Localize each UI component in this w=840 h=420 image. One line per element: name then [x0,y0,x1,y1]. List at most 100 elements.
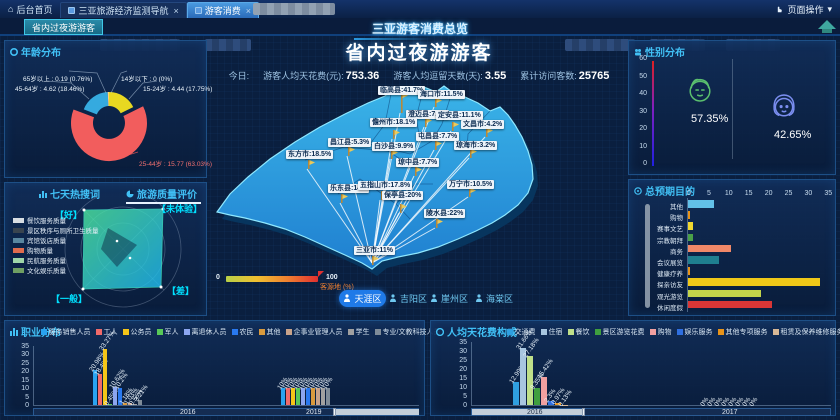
purpose-bar[interactable] [688,256,719,264]
purpose-bar[interactable] [688,200,714,208]
occupation-chart[interactable]: 35 30 25 20 15 10 5 0 20.98% 18.4% 33.27% 0.45% 10.6… [5,321,424,416]
y-axis-tick: 0 [463,402,467,409]
purpose-bar[interactable] [688,233,694,242]
map-region-label[interactable]: 琼中县:7.7% [396,158,440,167]
home-nav[interactable]: ⌂ 后台首页 [0,0,60,18]
page-ops-menu[interactable]: 页面操作 ▾ [775,3,840,16]
slider-axis-label: 2019 [306,409,322,416]
tab-visitor-consumption[interactable]: 游客消费 × [186,2,260,18]
panel-spending: 人均天花费构成 交通费 住宿 餐饮 景区游览花费 购物 娱乐服务 其他专项服务 租赁及保养维修… [430,320,840,416]
home-roof-icon[interactable] [818,20,836,33]
map-region-label[interactable]: 琼海市:3.2% [454,141,498,150]
legend-swatch [13,257,24,263]
district-tab-1[interactable]: 天涯区 [339,290,386,307]
quality-legend-item[interactable]: 文化娱乐质量 [13,265,99,275]
purpose-bar[interactable] [688,289,761,298]
tab-favicon [68,7,76,14]
panel-quality: 七天热搜词 旅游质量评价 【好】 【未体验】 【差】 【一般】 餐饮服务质量 景… [4,182,207,316]
corner-average: 【一般】 [51,294,88,304]
y-axis-line [33,346,34,405]
purpose-bar[interactable] [688,244,731,253]
map-region-label[interactable]: 万宁市:10.5% [447,180,495,189]
close-icon[interactable]: × [173,6,178,16]
map-region-label[interactable]: 三亚市:11% [354,246,395,255]
purpose-category-label: 探亲访友 [657,282,683,290]
legend-max: 100 [326,274,338,281]
today-label: 今日: [228,71,250,81]
center-header: 省内过夜游游客 今日: 游客人均天花费(元): 753.36 游客人均逗留天数(天… [210,36,628,84]
quality-legend-item[interactable]: 景区秩序与厕所卫生质量 [13,225,99,235]
female-face-icon [773,94,795,117]
purpose-category-label: 观光游览 [657,293,683,301]
purpose-bar[interactable] [688,211,690,219]
map-region-label[interactable]: 屯昌县:7.7% [416,132,460,141]
y-axis-tick: 20 [21,368,29,376]
slider-handle[interactable] [333,408,336,416]
map-region-label[interactable]: 白沙县:9.9% [372,142,416,151]
series-bar[interactable] [527,356,533,405]
flag-marker-icon [372,256,379,265]
series-bar[interactable] [98,373,102,405]
dashboard-screen: ⌂ 后台首页 三亚旅游经济监测导航 × 游客消费 × 页面操作 ▾ 省内过夜游游… [0,0,840,420]
legend-label: 宾馆饭店质量 [27,238,66,245]
spending-chart[interactable]: 35 30 25 20 15 10 5 0 12.99% 31.66% 27.18% 9.35% 15.… [431,321,835,416]
purpose-category-label: 商务 [670,248,683,256]
purpose-bar[interactable] [688,267,690,275]
age-slice-label: 14岁以下 : 0 (0%) [121,76,173,83]
datazoom-slider[interactable]: 2016 2019 [33,408,419,416]
quality-legend-item[interactable]: 宾馆饭店质量 [13,235,99,245]
page-title: 三亚游客消费总览 [353,22,469,40]
purpose-xtick: 15 [744,190,753,197]
male-face-icon [689,78,711,102]
map-region-label[interactable]: 五指山市:17.8% [358,181,413,190]
age-slice-label: 25-44岁 : 15.77 (63.03%) [139,161,212,168]
flag-marker-icon [393,130,400,139]
purpose-category-label: 其他 [670,204,683,211]
legend-min: 0 [216,274,220,281]
flag-marker-icon [308,160,315,169]
panel-gender-title: 性别分布 [629,41,835,60]
slider-axis-label: 2016 [180,409,196,416]
close-icon[interactable]: × [246,6,251,16]
tab-monitor-nav[interactable]: 三亚旅游经济监测导航 × [60,2,187,18]
flag-marker-icon [436,219,443,228]
district-tab-2[interactable]: 吉阳区 [387,290,429,307]
purpose-chart[interactable]: 0 5 10 15 20 25 30 35 其他 购物 赛事文艺 宗教朝拜 商务 会议展览 健康疗养 探亲访友… [629,180,835,315]
map-region-label[interactable]: 昌江县:5.3% [328,138,372,147]
gender-ytick: 60 [639,55,647,62]
stat-spend: 游客人均天花费(元): 753.36 [263,70,380,82]
flag-marker-icon [486,128,493,137]
subtab-label: 省内过夜游游客 [32,22,96,33]
y-axis-tick: 10 [21,385,29,393]
flag-marker-icon [435,141,442,150]
y-axis-tick: 30 [459,348,467,355]
slider-handle[interactable] [582,408,585,416]
map-region-label[interactable]: 海口市:11.5% [418,90,465,99]
quality-legend-item[interactable]: 民航服务质量 [13,255,99,265]
tab-label: 三亚旅游经济监测导航 [78,6,169,16]
map-region-label[interactable]: 保亭县:20% [382,191,424,200]
map-region-label[interactable]: 陵水县:22% [424,209,466,218]
gender-ytick: 50 [639,72,647,80]
slider-selected-range[interactable] [335,409,419,415]
purpose-bar[interactable] [688,222,693,230]
district-tab-3[interactable]: 崖州区 [428,290,470,307]
quality-legend-item[interactable]: 购物质量 [13,245,99,255]
quality-legend-item[interactable]: 餐饮服务质量 [13,215,99,225]
datazoom-slider[interactable]: 2016 2017 [471,408,831,416]
age-slice-label: 15-24岁 : 4.44 (17.75%) [143,86,213,93]
map-region-label[interactable]: 东方市:18.5% [286,150,334,159]
panel-age: 年龄分布 14岁以下 : 0 (0%) 15-24岁 : 4.44 (17.75%… [4,40,212,178]
purpose-bar[interactable] [688,300,772,309]
gender-ytick: 20 [639,125,647,132]
hainan-map[interactable]: 临高县:41.7% 海口市:11.5% 澄迈县:7.3% 儋州市:18.1% 定安县:1… [210,84,628,320]
subtab-overnight-visitors[interactable]: 省内过夜游游客 [24,19,104,35]
map-region-label[interactable]: 定安县:11.1% [436,111,483,120]
y-axis-tick: 20 [459,366,467,373]
district-tab-4[interactable]: 海棠区 [473,290,515,307]
map-region-label[interactable]: 儋州市:18.1% [370,118,418,127]
map-region-label[interactable]: 文昌市:4.2% [461,120,505,129]
legend-swatch [13,227,24,233]
purpose-bar[interactable] [688,278,820,286]
x-axis-line [471,405,831,406]
